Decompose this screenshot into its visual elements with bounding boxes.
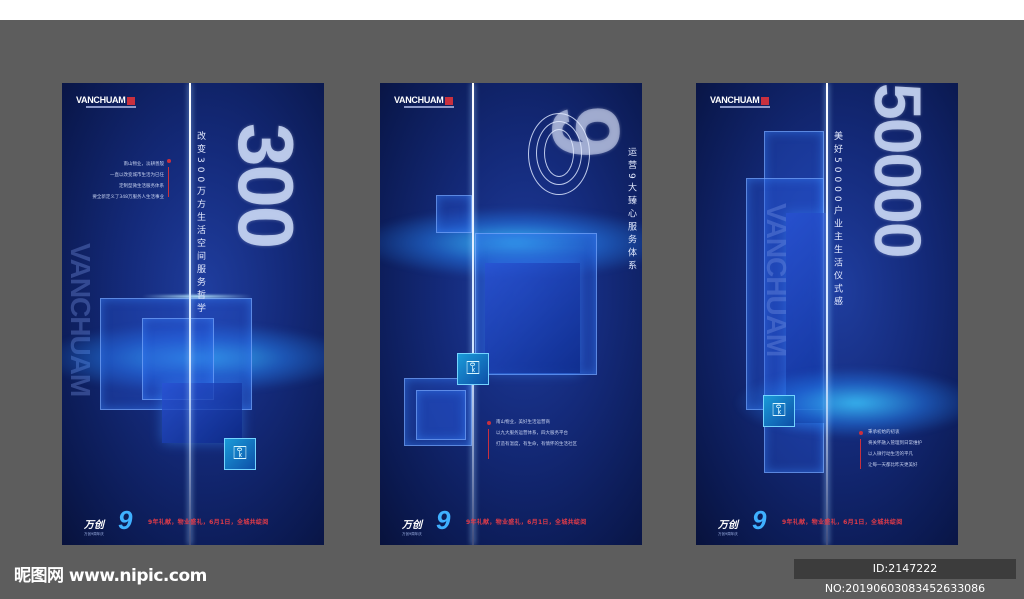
image-id-watermark: ID:2147222 NO:20190603083452633086 (794, 559, 1016, 595)
accent-dot (487, 421, 491, 425)
big-number: 50000 (861, 83, 935, 257)
vertical-light-line (472, 83, 474, 545)
footer-sub: 万创9周年庆 (718, 532, 738, 536)
accent-line (168, 167, 169, 197)
brand-logo: VANCHUAM (76, 95, 136, 105)
vertical-title: 美好50000户业主生活仪式感 (832, 131, 842, 310)
footer-sub: 万创9周年庆 (84, 532, 104, 536)
accent-dot (167, 159, 171, 163)
logo-mark-icon (445, 96, 454, 105)
key-icon: ⚿ (457, 353, 489, 385)
big-number: 9 (532, 105, 639, 157)
poster-50000: VANCHUAM VANCHUAM 美好50000户业主生活仪式感 50000 … (696, 83, 958, 545)
accent-line (860, 439, 861, 469)
logo-mark-icon (761, 96, 770, 105)
footer-slogan: 9年礼献，物业盛礼，6月1日，全城共绽阅 (782, 519, 903, 526)
vertical-title: 运营9大臻心服务体系 (626, 147, 636, 274)
accent-dot (859, 431, 863, 435)
vertical-light-line (826, 83, 828, 545)
logo-underline (404, 106, 454, 108)
footer-nine: 9 (752, 505, 767, 535)
body-text: 南山物业，美好生活运营商 以九大服务运营体系，四大服务平台 打造有温度，有生命，… (496, 420, 577, 447)
logo-underline (720, 106, 770, 108)
accent-line (488, 429, 489, 459)
footer-logo: 万创 (84, 520, 104, 531)
vertical-light-line (189, 83, 191, 545)
site-watermark: 昵图网 www.nipic.com (14, 566, 207, 586)
footer-logo: 万创 (402, 520, 422, 531)
logo-underline (86, 106, 136, 108)
key-icon: ⚿ (763, 395, 795, 427)
square-stack-inner (416, 390, 466, 440)
body-text: 南山物业，淡耕善殷 一直以改变城市生活为已任 定制型微生活服务体系 要全新定义了… (92, 162, 164, 200)
footer-nine: 9 (118, 505, 133, 535)
brand-logo: VANCHUAM (394, 95, 454, 105)
ghost-brand-text: VANCHUAM (761, 203, 792, 357)
solid-square (162, 383, 242, 443)
footer-nine: 9 (436, 505, 451, 535)
footer-logo: 万创 (718, 520, 738, 531)
big-number: 300 (222, 123, 310, 248)
poster-9: VANCHUAM 9 运营9大臻心服务体系 ⚿ 南山物业，美好生活运营商 以九大… (380, 83, 642, 545)
small-square (436, 195, 472, 233)
body-text: 秉承初始的初衷 将关怀融入管理到日常维护 以入微行动生活的平凡 让每一天都比昨天… (868, 430, 922, 468)
vertical-title: 改变300万方生活空间服务哲学 (195, 131, 205, 317)
key-icon: ⚿ (224, 438, 256, 470)
footer-slogan: 9年礼献，物业盛礼，6月1日，全城共绽阅 (466, 519, 587, 526)
top-white-strip (0, 0, 1024, 20)
poster-300: VANCHUAM VANCHUAM 300 改变300万方生活空间服务哲学 南山… (62, 83, 324, 545)
brand-logo: VANCHUAM (710, 95, 770, 105)
logo-mark-icon (127, 96, 136, 105)
footer-slogan: 9年礼献，物业盛礼，6月1日，全城共绽阅 (148, 519, 269, 526)
solid-square (485, 263, 580, 373)
footer-sub: 万创9周年庆 (402, 532, 422, 536)
